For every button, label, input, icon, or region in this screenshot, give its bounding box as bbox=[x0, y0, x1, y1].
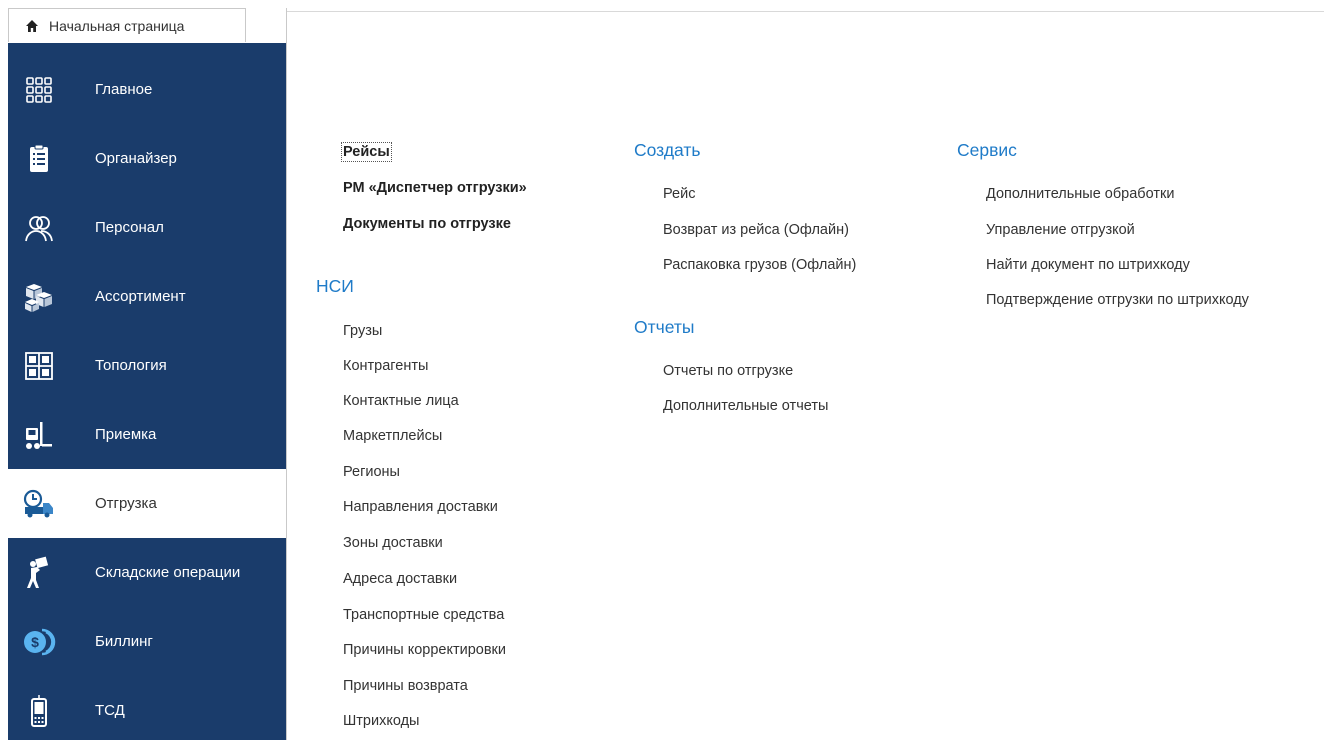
top-divider bbox=[286, 11, 1324, 12]
tab-home-label: Начальная страница bbox=[49, 17, 185, 34]
sidebar-item-personnel[interactable]: Персонал bbox=[8, 193, 286, 262]
tab-home[interactable]: Начальная страница bbox=[8, 8, 246, 42]
sidebar-item-billing[interactable]: $ Биллинг bbox=[8, 607, 286, 676]
list-item[interactable]: Контактные лица bbox=[343, 393, 459, 409]
sidebar-item-shipping[interactable]: Отгрузка bbox=[8, 469, 286, 538]
sidebar-item-tsd[interactable]: ТСД bbox=[8, 676, 286, 740]
sidebar-item-label: Отгрузка bbox=[95, 495, 157, 512]
sidebar-item-organizer[interactable]: Органайзер bbox=[8, 124, 286, 193]
list-item[interactable]: Направления доставки bbox=[343, 499, 498, 515]
sidebar-item-topology[interactable]: Топология bbox=[8, 331, 286, 400]
sidebar-item-label: Биллинг bbox=[95, 633, 153, 650]
people-icon bbox=[25, 215, 53, 241]
sidebar-item-label: Топология bbox=[95, 357, 167, 374]
section-title-service: Сервис bbox=[957, 140, 1017, 160]
sidebar-item-warehouse-operations[interactable]: Складские операции bbox=[8, 538, 286, 607]
list-item[interactable]: Рейс bbox=[663, 186, 695, 202]
list-item[interactable]: Транспортные средства bbox=[343, 607, 504, 623]
shelves-icon bbox=[25, 351, 53, 380]
list-item[interactable]: Управление отгрузкой bbox=[986, 222, 1135, 238]
sidebar-item-label: Персонал bbox=[95, 219, 164, 236]
grid-icon bbox=[26, 76, 52, 103]
sidebar-item-label: Приемка bbox=[95, 426, 157, 443]
sidebar: Главное Органайзер Персонал Ассортимент bbox=[8, 43, 286, 740]
sidebar-item-receiving[interactable]: Приемка bbox=[8, 400, 286, 469]
sidebar-item-assortment[interactable]: Ассортимент bbox=[8, 262, 286, 331]
list-item[interactable]: Отчеты по отгрузке bbox=[663, 363, 793, 379]
list-item[interactable]: Распаковка грузов (Офлайн) bbox=[663, 257, 856, 273]
list-item[interactable]: Грузы bbox=[343, 323, 382, 339]
svg-text:$: $ bbox=[31, 634, 39, 650]
link-shipping-documents[interactable]: Документы по отгрузке bbox=[343, 216, 511, 232]
forklift-icon bbox=[26, 421, 52, 449]
coins-icon: $ bbox=[24, 628, 56, 655]
sidebar-item-label: Органайзер bbox=[95, 150, 177, 167]
list-item[interactable]: Зоны доставки bbox=[343, 535, 443, 551]
list-item[interactable]: Возврат из рейса (Офлайн) bbox=[663, 222, 849, 238]
home-icon bbox=[26, 19, 38, 32]
link-trips[interactable]: Рейсы bbox=[341, 142, 392, 162]
list-item[interactable]: Подтверждение отгрузки по штрихкоду bbox=[986, 292, 1249, 308]
list-item[interactable]: Регионы bbox=[343, 464, 400, 480]
section-title-create: Создать bbox=[634, 140, 701, 160]
link-dispatcher-workplace[interactable]: РМ «Диспетчер отгрузки» bbox=[343, 180, 527, 196]
list-item[interactable]: Адреса доставки bbox=[343, 571, 457, 587]
sidebar-item-label: Складские операции bbox=[95, 564, 241, 581]
sidebar-item-label: Главное bbox=[95, 81, 153, 98]
sidebar-item-label: Ассортимент bbox=[95, 288, 186, 305]
sidebar-divider bbox=[286, 8, 287, 740]
section-title-reports: Отчеты bbox=[634, 317, 695, 337]
list-item[interactable]: Дополнительные обработки bbox=[986, 186, 1174, 202]
list-item[interactable]: Контрагенты bbox=[343, 358, 428, 374]
worker-box-icon bbox=[27, 556, 49, 588]
section-title-nsi: НСИ bbox=[316, 276, 354, 296]
sidebar-item-main[interactable]: Главное bbox=[8, 55, 286, 124]
list-item[interactable]: Причины корректировки bbox=[343, 642, 506, 658]
list-item[interactable]: Штрихкоды bbox=[343, 713, 419, 729]
sidebar-item-label: ТСД bbox=[95, 702, 125, 719]
clipboard-icon bbox=[30, 144, 48, 172]
list-item[interactable]: Причины возврата bbox=[343, 678, 468, 694]
truck-clock-icon bbox=[23, 489, 53, 517]
list-item[interactable]: Найти документ по штрихкоду bbox=[986, 257, 1190, 273]
boxes-icon bbox=[25, 283, 52, 312]
list-item[interactable]: Маркетплейсы bbox=[343, 428, 442, 444]
scanner-icon bbox=[31, 694, 47, 727]
list-item[interactable]: Дополнительные отчеты bbox=[663, 398, 828, 414]
